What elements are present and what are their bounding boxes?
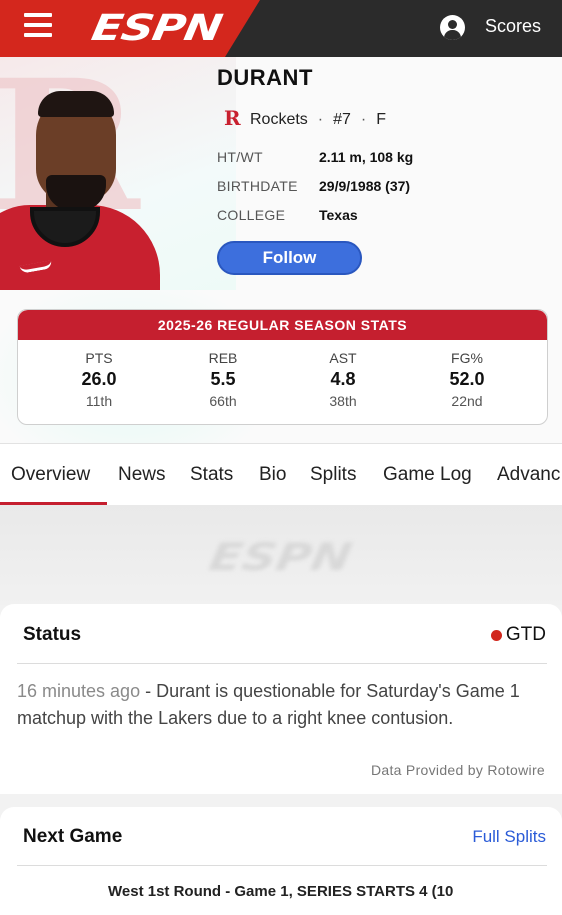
divider (17, 865, 547, 866)
tab-game-log[interactable]: Game Log (383, 464, 472, 486)
top-nav-bar: ESPN Scores (0, 0, 562, 57)
team-line: R Rockets · #7 · F (220, 108, 386, 132)
stat-fg-pct: FG% 52.0 22nd (449, 350, 485, 409)
ad-banner[interactable]: ESPN (0, 505, 562, 605)
tab-splits[interactable]: Splits (310, 464, 356, 486)
next-game-card: Next Game Full Splits West 1st Round - G… (0, 807, 562, 915)
tab-news[interactable]: News (118, 464, 166, 486)
stat-ast: AST 4.8 38th (329, 350, 357, 409)
scores-link[interactable]: Scores (485, 16, 541, 37)
player-headshot: R (0, 57, 236, 290)
rockets-logo-icon[interactable]: R (220, 108, 242, 132)
status-dot-icon (490, 629, 502, 641)
status-badge: GTD (490, 624, 546, 646)
player-header: R DURANT R Rockets · #7 · F HT/WT 2.11 m… (0, 57, 562, 443)
tab-bio[interactable]: Bio (259, 464, 286, 486)
team-name[interactable]: Rockets (250, 111, 308, 129)
series-info: West 1st Round - Game 1, SERIES STARTS 4… (108, 883, 454, 900)
tab-overview[interactable]: Overview (11, 464, 90, 486)
injury-note: 16 minutes ago - Durant is questionable … (17, 678, 537, 732)
tab-advanced[interactable]: Advanc (497, 464, 560, 486)
status-title: Status (23, 624, 82, 645)
menu-icon[interactable] (24, 13, 52, 41)
info-row-college: COLLEGE Texas (217, 207, 358, 223)
user-account-icon[interactable] (440, 15, 465, 40)
player-tabs: Overview News Stats Bio Splits Game Log … (0, 443, 562, 505)
follow-button[interactable]: Follow (217, 241, 362, 275)
player-name: DURANT (217, 65, 313, 90)
full-splits-link[interactable]: Full Splits (472, 827, 546, 847)
stat-pts: PTS 26.0 11th (81, 350, 117, 409)
ad-espn-logo: ESPN (206, 535, 356, 579)
jersey-number: #7 (333, 111, 351, 128)
data-provider: Data Provided by Rotowire (370, 762, 545, 778)
status-card: Status GTD 16 minutes ago - Durant is qu… (0, 604, 562, 794)
season-stats-title: 2025-26 REGULAR SEASON STATS (18, 310, 547, 340)
info-row-birthdate: BIRTHDATE 29/9/1988 (37) (217, 178, 411, 194)
stat-reb: REB 5.5 66th (208, 350, 238, 409)
tab-stats[interactable]: Stats (190, 464, 233, 486)
player-position: F (376, 111, 387, 128)
divider (17, 663, 547, 664)
note-timestamp: 16 minutes ago (17, 681, 141, 701)
info-row-htwt: HT/WT 2.11 m, 108 kg (217, 149, 414, 165)
season-stats-card: 2025-26 REGULAR SEASON STATS PTS 26.0 11… (17, 309, 548, 425)
next-game-title: Next Game (23, 826, 123, 847)
espn-logo[interactable]: ESPN (88, 8, 224, 49)
